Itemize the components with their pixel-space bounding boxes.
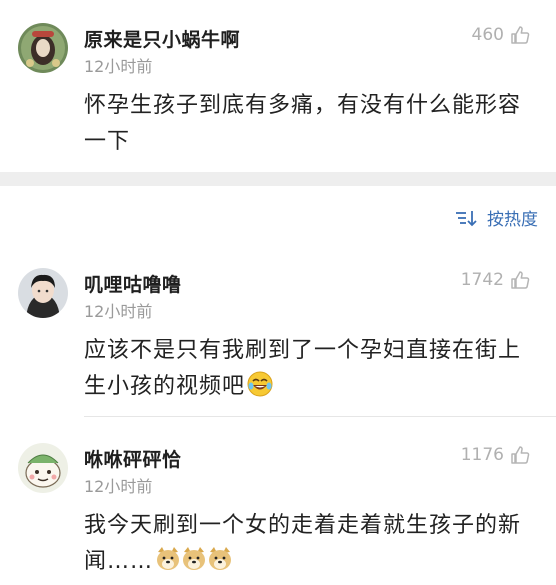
post-like-button[interactable]: 460 — [472, 25, 530, 45]
comment-2-avatar[interactable] — [18, 443, 68, 493]
avatar-icon — [18, 268, 68, 318]
comment-separator — [84, 416, 556, 417]
comment-2-text: 我今天刷到一个女的走着走着就生孩子的新闻…… — [84, 508, 534, 584]
avatar-icon — [18, 23, 68, 73]
post-username[interactable]: 原来是只小蜗牛啊 — [84, 25, 240, 52]
comment-2-time: 12小时前 — [84, 477, 153, 496]
comment-1-like-button[interactable]: 1742 — [461, 270, 530, 290]
comment-1-like-count: 1742 — [460, 270, 504, 290]
thumbs-up-icon — [511, 26, 530, 44]
post-time: 12小时前 — [84, 57, 153, 76]
post-avatar[interactable] — [18, 23, 68, 73]
laughing-tears-emoji-icon — [247, 371, 273, 409]
comment-2-like-button[interactable]: 1176 — [461, 445, 530, 465]
post-text: 怀孕生孩子到底有多痛，有没有什么能形容一下 — [84, 93, 522, 154]
sort-icon — [456, 210, 477, 226]
comment-1-text: 应该不是只有我刷到了一个孕妇直接在街上生小孩的视频吧 — [84, 333, 534, 409]
comment-1-username[interactable]: 叽哩咕噜噜 — [84, 270, 182, 297]
thumbs-up-icon — [511, 446, 530, 464]
comment-2-like-count: 1176 — [460, 445, 504, 465]
comment-1-time: 12小时前 — [84, 302, 153, 321]
comment-2-username[interactable]: 咻咻砰砰恰 — [84, 445, 182, 472]
comment-2-text-content: 我今天刷到一个女的走着走着就生孩子的新闻…… — [84, 513, 522, 574]
doge-emoji-icon — [155, 546, 233, 584]
comment-1-text-content: 应该不是只有我刷到了一个孕妇直接在街上生小孩的视频吧 — [84, 338, 522, 399]
post-like-count: 460 — [471, 25, 504, 45]
section-divider — [0, 172, 556, 186]
sort-by-hot-button[interactable]: 按热度 — [455, 205, 538, 230]
comment-1-avatar[interactable] — [18, 268, 68, 318]
sort-label: 按热度 — [487, 210, 538, 230]
main-post: 原来是只小蜗牛啊 12小时前 460 怀孕生孩子到底有多痛，有没有什么能形容一下 — [0, 0, 556, 172]
thumbs-up-icon — [511, 271, 530, 289]
avatar-icon — [18, 443, 68, 493]
